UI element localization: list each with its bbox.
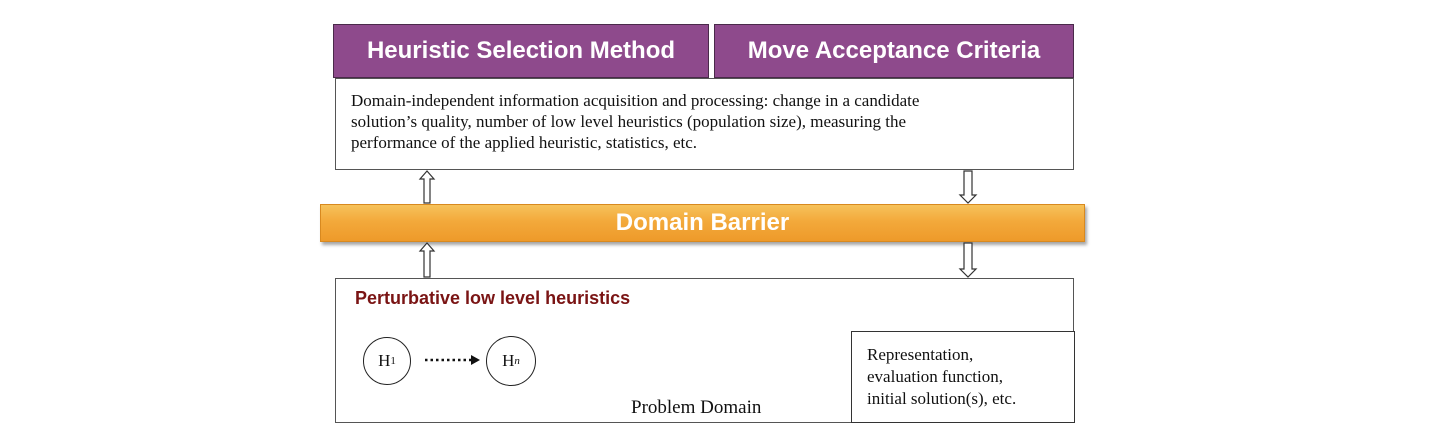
repr-line-3: initial solution(s), etc. [867, 389, 1017, 408]
info-line-1: Domain-independent information acquisiti… [351, 91, 920, 110]
domain-independent-info-box: Domain-independent information acquisiti… [335, 78, 1074, 170]
node-first-subscript: 1 [390, 355, 396, 367]
down-arrow-top [958, 170, 978, 204]
problem-domain-label: Problem Domain [631, 397, 762, 418]
heuristic-node-last: Hn [486, 336, 536, 386]
up-arrow-top [418, 170, 436, 204]
up-arrow-bottom [418, 242, 436, 278]
domain-barrier: Domain Barrier [320, 204, 1085, 242]
node-last-subscript: n [514, 355, 520, 367]
repr-line-1: Representation, [867, 345, 974, 364]
down-arrow-bottom [958, 242, 978, 278]
representation-box: Representation, evaluation function, ini… [851, 331, 1075, 423]
heuristic-node-first: H1 [363, 337, 411, 385]
node-last-letter: H [502, 351, 515, 370]
node-first-letter: H [378, 351, 391, 370]
repr-line-2: evaluation function, [867, 367, 1003, 386]
info-line-3: performance of the applied heuristic, st… [351, 133, 698, 152]
perturbative-heuristics-title: Perturbative low level heuristics [355, 288, 631, 308]
heuristic-selection-header: Heuristic Selection Method [333, 24, 709, 78]
dotted-arrow [425, 355, 480, 365]
move-acceptance-header: Move Acceptance Criteria [714, 24, 1074, 78]
info-line-2: solution’s quality, number of low level … [351, 112, 907, 131]
